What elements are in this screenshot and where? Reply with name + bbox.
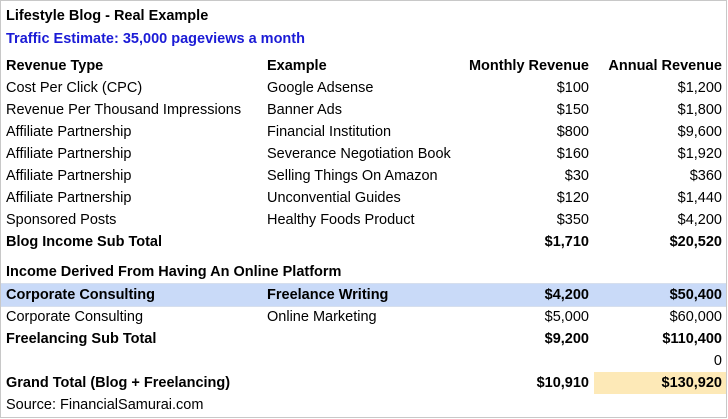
revenue-table: Lifestyle Blog - Real Example Traffic Es… [0,0,727,418]
monthly-cell: $5,000 [544,309,589,325]
freelance-subtotal-monthly: $9,200 [544,331,589,347]
zero-row: 0 [1,350,726,372]
header-example: Example [267,58,327,74]
example-cell: Severance Negotiation Book [267,146,451,162]
platform-heading-row: Income Derived From Having An Online Pla… [1,261,726,283]
example-cell: Financial Institution [267,124,392,140]
example-cell: Healthy Foods Product [267,212,415,228]
revenue-type-cell: Affiliate Partnership [6,168,132,184]
grand-total-label: Grand Total (Blog + Freelancing) [6,375,231,391]
source-note: Source: FinancialSamurai.com [6,397,204,413]
example-cell: Selling Things On Amazon [267,168,438,184]
annual-cell: $50,400 [669,287,722,303]
table-row: Corporate Consulting Online Marketing $5… [1,306,726,328]
annual-cell: $4,200 [677,212,722,228]
annual-cell: $1,920 [677,146,722,162]
annual-cell: $1,200 [677,80,722,96]
revenue-type-cell: Affiliate Partnership [6,146,132,162]
table-row: Sponsored Posts Healthy Foods Product $3… [1,209,726,231]
monthly-cell: $350 [556,212,589,228]
example-cell: Banner Ads [267,102,342,118]
table-row-highlighted: Corporate Consulting Freelance Writing $… [1,284,726,306]
revenue-type-cell: Corporate Consulting [6,287,156,303]
header-revenue-type: Revenue Type [6,58,104,74]
revenue-type-cell: Affiliate Partnership [6,190,132,206]
header-row: Revenue Type Example Monthly Revenue Ann… [1,55,726,77]
blog-subtotal-monthly: $1,710 [544,234,589,250]
monthly-cell: $800 [556,124,589,140]
grand-total-monthly: $10,910 [536,375,589,391]
annual-cell: $60,000 [669,309,722,325]
freelance-subtotal-label: Freelancing Sub Total [6,331,157,347]
monthly-cell: $4,200 [544,287,589,303]
revenue-type-cell: Revenue Per Thousand Impressions [6,102,242,118]
annual-cell: $1,440 [677,190,722,206]
table-row: Affiliate Partnership Selling Things On … [1,165,726,187]
table-row: Affiliate Partnership Financial Institut… [1,121,726,143]
table-row: Cost Per Click (CPC) Google Adsense $100… [1,77,726,99]
example-cell: Unconvential Guides [267,190,401,206]
revenue-type-cell: Corporate Consulting [6,309,144,325]
traffic-row: Traffic Estimate: 35,000 pageviews a mon… [1,28,726,50]
table-row: Revenue Per Thousand Impressions Banner … [1,99,726,121]
grand-total-annual: $130,920 [661,375,722,391]
zero-value-cell: 0 [713,353,722,369]
example-cell: Freelance Writing [267,287,389,303]
example-cell: Online Marketing [267,309,377,325]
revenue-type-cell: Cost Per Click (CPC) [6,80,143,96]
annual-cell: $1,800 [677,102,722,118]
revenue-type-cell: Sponsored Posts [6,212,117,228]
annual-cell: $360 [689,168,722,184]
blog-subtotal-label: Blog Income Sub Total [6,234,163,250]
monthly-cell: $120 [556,190,589,206]
traffic-estimate: Traffic Estimate: 35,000 pageviews a mon… [6,31,305,47]
table-row: Affiliate Partnership Unconvential Guide… [1,187,726,209]
platform-heading: Income Derived From Having An Online Pla… [6,264,342,280]
source-row: Source: FinancialSamurai.com [1,394,726,416]
header-annual-revenue: Annual Revenue [608,58,722,74]
header-monthly-revenue: Monthly Revenue [468,58,589,74]
monthly-cell: $150 [556,102,589,118]
freelance-subtotal-annual: $110,400 [662,331,722,347]
blog-subtotal-row: Blog Income Sub Total $1,710 $20,520 [1,231,726,253]
blog-subtotal-annual: $20,520 [669,234,722,250]
monthly-cell: $100 [556,80,589,96]
grand-total-row: Grand Total (Blog + Freelancing) $10,910… [1,372,726,394]
revenue-type-cell: Affiliate Partnership [6,124,132,140]
monthly-cell: $30 [564,168,589,184]
freelance-subtotal-row: Freelancing Sub Total $9,200 $110,400 [1,328,726,350]
monthly-cell: $160 [556,146,589,162]
table-title: Lifestyle Blog - Real Example [6,8,209,24]
table-row: Affiliate Partnership Severance Negotiat… [1,143,726,165]
title-row: Lifestyle Blog - Real Example [1,5,726,27]
annual-cell: $9,600 [677,124,722,140]
example-cell: Google Adsense [267,80,374,96]
